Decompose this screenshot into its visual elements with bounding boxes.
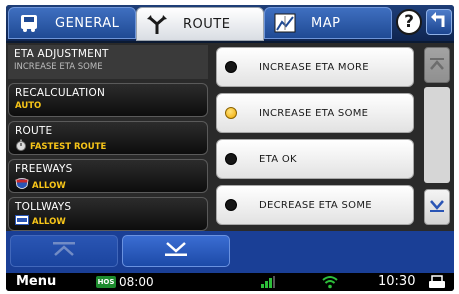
scroll-bottom-icon	[429, 198, 445, 217]
tab-general[interactable]: GENERAL	[8, 7, 136, 39]
option-label: DECREASE ETA SOME	[259, 199, 372, 211]
setting-title: TOLLWAYS	[15, 201, 72, 213]
app-frame: GENERAL ROUTE MAP ? ETA ADJUSTMENT INCRE…	[6, 5, 454, 291]
radio-icon	[225, 61, 237, 73]
list-bottom-button[interactable]	[122, 235, 230, 267]
setting-tollways[interactable]: TOLLWAYS ALLOW	[8, 197, 208, 231]
setting-freeways[interactable]: FREEWAYS ALLOW	[8, 159, 208, 193]
scroll-track[interactable]	[424, 87, 450, 183]
tab-map[interactable]: MAP	[264, 7, 392, 39]
options-scrollbar	[420, 43, 454, 231]
menu-button[interactable]: Menu	[16, 273, 56, 291]
signal-icon	[261, 276, 275, 291]
back-button[interactable]	[426, 9, 452, 35]
option-label: INCREASE ETA SOME	[259, 107, 369, 119]
setting-value: FASTEST ROUTE	[30, 141, 107, 152]
scroll-bottom-button[interactable]	[424, 189, 450, 225]
option-eta-ok[interactable]: ETA OK	[216, 139, 414, 179]
setting-value-row: ALLOW	[15, 177, 207, 194]
tab-route-label: ROUTE	[183, 16, 231, 32]
scroll-top-button[interactable]	[424, 47, 450, 83]
setting-title: ROUTE	[15, 125, 53, 137]
hos-badge[interactable]: HOS	[96, 276, 116, 288]
setting-value-row: ALLOW	[15, 215, 207, 228]
clock: 10:30	[378, 274, 416, 289]
list-top-button[interactable]	[10, 235, 118, 267]
setting-route[interactable]: ROUTE FASTEST ROUTE	[8, 121, 208, 155]
setting-value: AUTO	[15, 101, 42, 111]
setting-value-row: FASTEST ROUTE	[15, 139, 207, 154]
tab-bar: GENERAL ROUTE MAP ?	[6, 5, 454, 41]
freeway-shield-icon	[15, 177, 29, 194]
map-icon	[273, 12, 297, 34]
setting-value: ALLOW	[32, 180, 66, 191]
radio-selected-icon	[225, 107, 237, 119]
option-decrease-eta-some[interactable]: DECREASE ETA SOME	[216, 185, 414, 225]
wifi-icon	[322, 275, 338, 291]
setting-title: ETA ADJUSTMENT	[14, 48, 109, 60]
toll-sign-icon	[15, 215, 29, 228]
setting-title: RECALCULATION	[15, 87, 105, 99]
status-bar: Menu HOS 08:00 10:30	[6, 273, 454, 291]
setting-value: ALLOW	[32, 216, 66, 227]
options-panel: INCREASE ETA MORE INCREASE ETA SOME ETA …	[210, 43, 420, 231]
setting-value: INCREASE ETA SOME	[14, 62, 103, 72]
tab-general-label: GENERAL	[55, 15, 120, 31]
option-label: ETA OK	[259, 153, 297, 165]
option-increase-eta-more[interactable]: INCREASE ETA MORE	[216, 47, 414, 87]
setting-recalculation[interactable]: RECALCULATION AUTO	[8, 83, 208, 117]
hos-time: 08:00	[119, 275, 154, 289]
option-increase-eta-some[interactable]: INCREASE ETA SOME	[216, 93, 414, 133]
truck-icon	[17, 12, 41, 34]
setting-eta-adjustment[interactable]: ETA ADJUSTMENT INCREASE ETA SOME	[8, 45, 208, 79]
list-top-icon	[51, 241, 77, 261]
tab-route[interactable]: ROUTE	[136, 7, 264, 41]
back-arrow-icon	[430, 11, 448, 33]
stopwatch-icon	[15, 139, 27, 154]
help-button[interactable]: ?	[396, 9, 422, 35]
route-fork-icon	[145, 13, 169, 35]
radio-icon	[225, 153, 237, 165]
tab-map-label: MAP	[311, 15, 341, 31]
settings-list: ETA ADJUSTMENT INCREASE ETA SOME RECALCU…	[6, 43, 210, 231]
list-nav-bar	[6, 231, 454, 273]
option-label: INCREASE ETA MORE	[259, 61, 369, 73]
radio-icon	[225, 199, 237, 211]
setting-title: FREEWAYS	[15, 163, 73, 175]
list-bottom-icon	[163, 241, 189, 261]
scroll-top-icon	[429, 56, 445, 75]
printer-tray-icon[interactable]	[428, 275, 446, 291]
